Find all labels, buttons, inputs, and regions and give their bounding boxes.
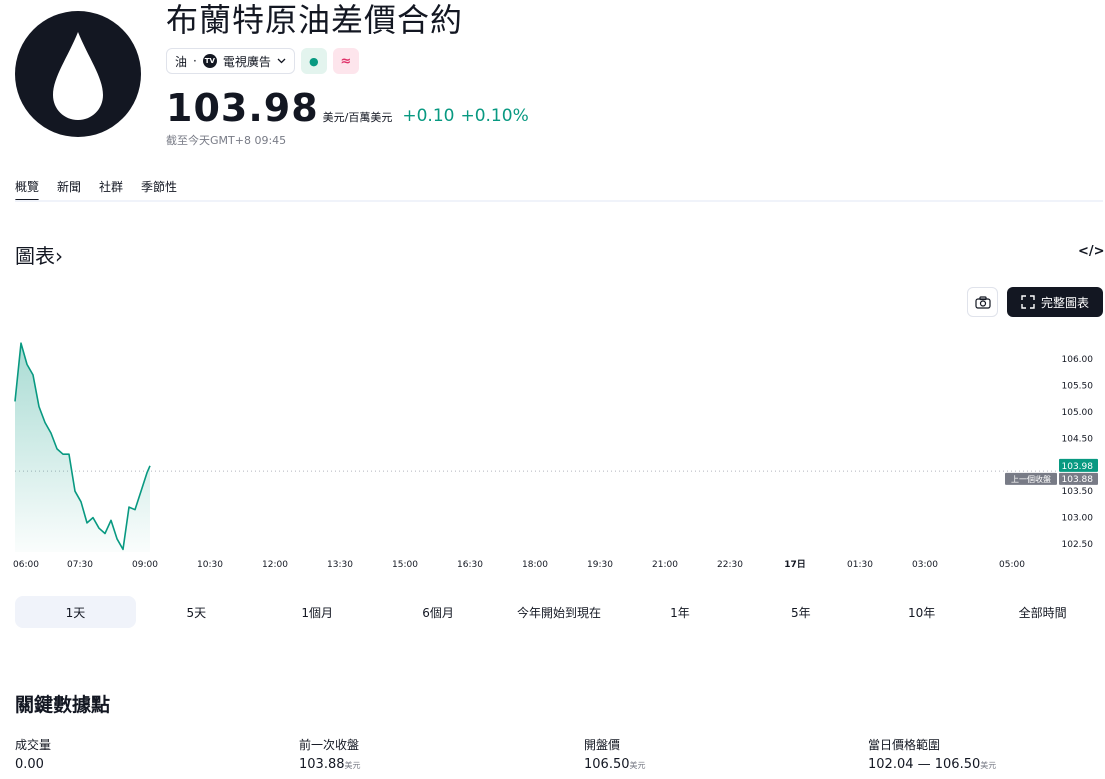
stat-unit: 美元 xyxy=(344,761,361,770)
range-all[interactable]: 全部時間 xyxy=(982,596,1103,628)
stat-value: 0.00 xyxy=(15,757,44,772)
tab-news[interactable]: 新聞 xyxy=(57,178,81,200)
symbol-logo xyxy=(15,11,141,137)
y-tick-label: 105.50 xyxy=(1062,382,1094,392)
stat-value: 102.04 — 106.50美元 xyxy=(868,757,997,772)
range-5y[interactable]: 5年 xyxy=(740,596,861,628)
camera-icon xyxy=(974,295,991,309)
fullscreen-label: 完整圖表 xyxy=(1040,295,1089,310)
page-title: 布蘭特原油差價合約 xyxy=(166,1,464,39)
x-tick-label: 13:30 xyxy=(327,560,353,570)
oil-drop-icon xyxy=(53,32,103,120)
x-tick-label: 16:30 xyxy=(457,560,483,570)
status-dot-icon: ● xyxy=(309,54,319,68)
x-tick-label: 18:00 xyxy=(522,560,548,570)
chart-section-title: 圖表 xyxy=(15,244,55,268)
y-tick-label: 102.50 xyxy=(1062,540,1094,550)
last-price: 103.98 xyxy=(166,86,319,130)
fullscreen-chart-button[interactable]: 完整圖表 xyxy=(1007,287,1103,317)
x-tick-label: 17日 xyxy=(784,559,806,570)
symbol-chips: 油 · TV 電視廣告 ● ≈ xyxy=(166,48,359,74)
market-open-badge[interactable]: ● xyxy=(300,48,327,74)
range-5d[interactable]: 5天 xyxy=(136,596,257,628)
key-stats: 成交量 0.00 前一次收盤 103.88美元 開盤價 106.50美元 當日價… xyxy=(15,736,1103,776)
y-tick-label: 103.50 xyxy=(1062,487,1094,497)
stat-volume: 成交量 0.00 xyxy=(15,736,51,772)
range-1y[interactable]: 1年 xyxy=(619,596,740,628)
x-tick-label: 15:00 xyxy=(392,560,418,570)
category-chip[interactable]: 油 · TV 電視廣告 xyxy=(166,48,295,74)
chevron-down-icon xyxy=(277,58,286,64)
x-tick-label: 05:00 xyxy=(999,560,1025,570)
x-tick-label: 12:00 xyxy=(262,560,288,570)
stat-label: 成交量 xyxy=(15,738,52,752)
time-range-selector: 1天 5天 1個月 6個月 今年開始到現在 1年 5年 10年 全部時間 xyxy=(15,596,1103,628)
x-tick-label: 03:00 xyxy=(912,560,938,570)
y-tick-label: 105.00 xyxy=(1062,408,1094,418)
last-price-tag-label: 103.98 xyxy=(1062,462,1094,472)
stat-unit: 美元 xyxy=(629,761,646,770)
x-tick-label: 22:30 xyxy=(717,560,743,570)
prev-close-tag-label: 103.88 xyxy=(1062,475,1094,485)
range-6m[interactable]: 6個月 xyxy=(378,596,499,628)
x-tick-label: 21:00 xyxy=(652,560,678,570)
as-of-time: 截至今天GMT+8 09:45 xyxy=(166,134,287,147)
tab-overview[interactable]: 概覽 xyxy=(15,178,40,202)
embed-code-icon[interactable]: </> xyxy=(1078,244,1105,259)
key-stats-title: 關鍵數據點 xyxy=(15,694,111,716)
snapshot-button[interactable] xyxy=(967,287,998,317)
tabs-divider xyxy=(15,200,1103,202)
ad-label: 電視廣告 xyxy=(222,54,271,69)
range-10y[interactable]: 10年 xyxy=(861,596,982,628)
x-tick-label: 07:30 xyxy=(67,560,93,570)
price-chart[interactable]: 106.00 105.50 105.00 104.50 103.50 103.00 102.… xyxy=(0,330,1105,580)
chip-separator: · xyxy=(193,54,197,68)
y-tick-label: 103.00 xyxy=(1062,514,1094,524)
x-tick-label: 19:30 xyxy=(587,560,613,570)
price-change: +0.10 xyxy=(402,106,455,126)
price-change-percent: +0.10% xyxy=(460,106,529,126)
tab-seasonality[interactable]: 季節性 xyxy=(141,178,177,200)
price-area xyxy=(15,343,150,552)
section-tabs: 概覽 新聞 社群 季節性 xyxy=(15,178,177,202)
prev-close-text: 上一個收盤 xyxy=(1011,474,1051,484)
x-tick-label: 06:00 xyxy=(13,560,39,570)
y-tick-label: 104.50 xyxy=(1062,434,1094,444)
chart-section-link[interactable]: 圖表› xyxy=(15,240,63,269)
x-tick-label: 01:30 xyxy=(847,560,873,570)
chevron-right-icon: › xyxy=(55,244,63,268)
x-tick-label: 09:00 xyxy=(132,560,158,570)
range-1m[interactable]: 1個月 xyxy=(257,596,378,628)
stat-value: 106.50美元 xyxy=(584,757,646,772)
stat-day-range: 當日價格範圍 102.04 — 106.50美元 xyxy=(868,736,996,772)
stat-label: 當日價格範圍 xyxy=(868,738,941,752)
category-label: 油 xyxy=(175,54,188,69)
stat-prev-close: 前一次收盤 103.88美元 xyxy=(299,736,361,772)
tab-community[interactable]: 社群 xyxy=(99,178,123,200)
stat-label: 前一次收盤 xyxy=(299,738,360,752)
price-unit: 美元/百萬美元 xyxy=(322,111,393,124)
price-row: 103.98 美元/百萬美元 +0.10 +0.10% xyxy=(166,86,529,130)
stat-label: 開盤價 xyxy=(584,738,621,752)
range-ytd[interactable]: 今年開始到現在 xyxy=(499,596,620,628)
tv-logo-icon: TV xyxy=(202,54,217,68)
y-tick-label: 106.00 xyxy=(1062,355,1094,365)
approx-icon: ≈ xyxy=(340,53,352,69)
approx-badge[interactable]: ≈ xyxy=(332,48,359,74)
range-1d[interactable]: 1天 xyxy=(15,596,136,628)
stat-value: 103.88美元 xyxy=(299,757,361,772)
stat-unit: 美元 xyxy=(980,761,997,770)
x-tick-label: 10:30 xyxy=(197,560,223,570)
fullscreen-icon xyxy=(1021,295,1035,309)
stat-open: 開盤價 106.50美元 xyxy=(584,736,646,772)
